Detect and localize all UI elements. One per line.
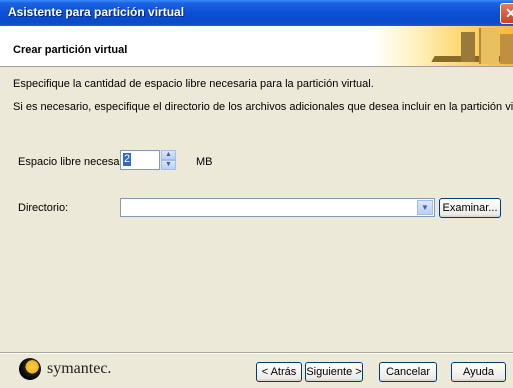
space-input[interactable]: 2: [120, 150, 160, 170]
close-icon: ✕: [505, 5, 513, 21]
chevron-down-icon[interactable]: ▼: [417, 200, 433, 215]
directory-combobox[interactable]: ▼: [120, 198, 435, 217]
cancel-button[interactable]: Cancelar: [379, 362, 437, 382]
close-button[interactable]: ✕: [500, 3, 513, 24]
browse-button[interactable]: Examinar...: [439, 198, 501, 218]
symantec-logo: symantec.: [15, 357, 135, 383]
back-button[interactable]: < Atrás: [256, 362, 302, 382]
instruction-text-2: Si es necesario, especifique el director…: [13, 101, 513, 113]
space-spinner[interactable]: ▲ ▼: [161, 150, 176, 170]
help-button[interactable]: Ayuda: [451, 362, 506, 382]
space-label: Espacio libre necesario:: [18, 156, 135, 168]
brand-name: symantec.: [47, 360, 112, 377]
symantec-logo-icon: [19, 358, 41, 380]
wizard-window: Asistente para partición virtual ✕ Crear…: [0, 0, 513, 388]
title-bar[interactable]: Asistente para partición virtual ✕: [0, 0, 513, 26]
space-value: 2: [123, 153, 132, 166]
window-title: Asistente para partición virtual: [8, 5, 185, 19]
space-unit: MB: [196, 156, 213, 168]
instruction-text-1: Especifique la cantidad de espacio libre…: [13, 78, 374, 90]
spin-down-icon[interactable]: ▼: [161, 160, 176, 170]
directory-label: Directorio:: [18, 202, 69, 214]
spin-up-icon[interactable]: ▲: [161, 150, 176, 160]
page-title: Crear partición virtual: [13, 44, 128, 56]
next-button[interactable]: Siguiente >: [305, 362, 363, 382]
wizard-header: Crear partición virtual: [0, 26, 513, 67]
bookshelf-graphic-icon: [373, 26, 513, 66]
footer-divider: [0, 352, 513, 354]
